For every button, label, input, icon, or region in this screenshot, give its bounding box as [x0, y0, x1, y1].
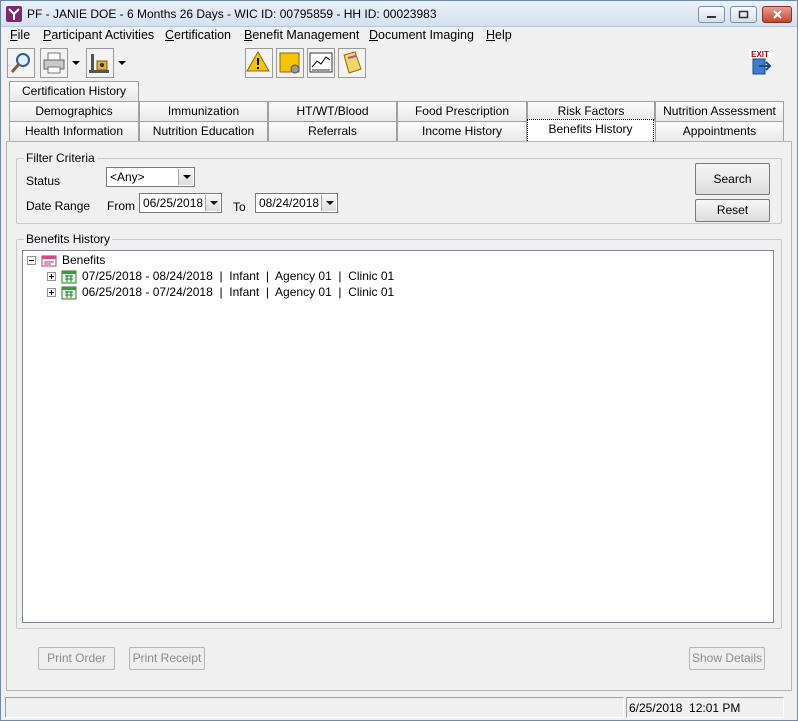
menu-file-label: ile: [17, 28, 31, 42]
alert-icon: [246, 51, 270, 72]
benefit-period-label: 06/25/2018 - 07/24/2018 | Infant | Agenc…: [82, 285, 395, 299]
menu-benefit-management[interactable]: Benefit Management: [244, 28, 359, 42]
from-date-value: 06/25/2018: [143, 196, 204, 210]
filter-criteria-legend: Filter Criteria: [24, 151, 97, 165]
filter-criteria-group: Filter Criteria Status <Any> Date Range …: [16, 151, 782, 224]
tab-health-information[interactable]: Health Information: [9, 121, 139, 141]
menu-file-mnemonic: F: [10, 28, 18, 42]
close-icon: [772, 10, 782, 19]
tab-appointments[interactable]: Appointments: [655, 121, 784, 141]
document-button[interactable]: [338, 48, 366, 78]
benefits-history-panel: Filter Criteria Status <Any> Date Range …: [6, 141, 792, 691]
tab-ht-wt-blood[interactable]: HT/WT/Blood: [268, 101, 397, 121]
print-order-button[interactable]: Print Order: [38, 647, 115, 670]
status-message-cell: [5, 697, 624, 718]
benefits-folder-icon: [41, 255, 57, 267]
app-icon: [6, 6, 22, 22]
title-bar: PF - JANIE DOE - 6 Months 26 Days - WIC …: [1, 1, 797, 27]
to-label: To: [233, 200, 246, 214]
benefit-period-label: 07/25/2018 - 08/24/2018 | Infant | Agenc…: [82, 269, 395, 283]
print-dropdown[interactable]: [70, 48, 81, 78]
collapse-icon[interactable]: [27, 256, 36, 265]
status-bar: 6/25/2018 12:01 PM: [1, 694, 797, 720]
exit-icon: EXIT: [749, 49, 772, 75]
window-title: PF - JANIE DOE - 6 Months 26 Days - WIC …: [27, 7, 437, 21]
calendar-dropdown-icon[interactable]: [205, 195, 220, 211]
toolbar: EXIT: [1, 45, 797, 81]
to-date-picker[interactable]: 08/24/2018: [255, 193, 338, 213]
exit-button[interactable]: EXIT: [746, 48, 774, 78]
menu-benefit-management-label: enefit Management: [252, 28, 360, 42]
search-participant-button[interactable]: [7, 48, 35, 78]
status-datetime: 6/25/2018 12:01 PM: [626, 697, 784, 718]
expand-icon[interactable]: [47, 288, 56, 297]
menu-help-label: elp: [495, 28, 512, 42]
reset-button[interactable]: Reset: [695, 199, 770, 222]
menu-bar: File Participant Activities Certificatio…: [1, 27, 797, 45]
date-range-label: Date Range: [26, 199, 91, 213]
maximize-icon: [738, 10, 749, 19]
benefits-tree[interactable]: Benefits 07/25/2018 - 08/24/2018 | Infan…: [22, 250, 774, 623]
minimize-button[interactable]: [698, 6, 725, 23]
tab-nutrition-education[interactable]: Nutrition Education: [139, 121, 268, 141]
application-window: PF - JANIE DOE - 6 Months 26 Days - WIC …: [0, 0, 798, 721]
tab-referrals[interactable]: Referrals: [268, 121, 397, 141]
printer-icon: [43, 52, 65, 74]
calendar-dropdown-icon[interactable]: [321, 195, 336, 211]
menu-file[interactable]: File: [10, 28, 30, 42]
menu-certification[interactable]: Certification: [165, 28, 231, 42]
show-details-button[interactable]: Show Details: [689, 647, 765, 670]
menu-document-imaging-label: ocument Imaging: [378, 28, 474, 42]
alert-button[interactable]: [245, 48, 273, 78]
note-button[interactable]: [276, 48, 304, 78]
menu-participant-activities-label: articipant Activities: [51, 28, 155, 42]
chevron-down-icon[interactable]: [178, 169, 193, 185]
maximize-button[interactable]: [730, 6, 757, 23]
note-icon: [279, 52, 300, 74]
menu-help-mnemonic: H: [486, 28, 496, 42]
to-date-value: 08/24/2018: [259, 196, 320, 210]
growth-chart-button[interactable]: [307, 48, 335, 78]
status-label: Status: [26, 174, 61, 188]
tab-food-prescription[interactable]: Food Prescription: [397, 101, 527, 121]
tab-nutrition-assessment[interactable]: Nutrition Assessment: [655, 101, 784, 121]
from-label: From: [107, 199, 135, 213]
status-select-value: <Any>: [110, 170, 145, 184]
tab-income-history[interactable]: Income History: [397, 121, 527, 141]
exit-label: EXIT: [751, 50, 769, 59]
close-button[interactable]: [762, 6, 792, 23]
tab-certification-history[interactable]: Certification History: [9, 81, 139, 101]
from-date-picker[interactable]: 06/25/2018: [139, 193, 222, 213]
document-icon: [343, 51, 362, 74]
menu-certification-mnemonic: C: [165, 28, 175, 42]
scale-dropdown[interactable]: [116, 48, 127, 78]
menu-certification-label: ertification: [174, 28, 232, 42]
growth-chart-icon: [309, 52, 333, 73]
tab-demographics[interactable]: Demographics: [9, 101, 139, 121]
expand-icon[interactable]: [47, 272, 56, 281]
scale-button[interactable]: [86, 48, 114, 78]
benefit-calendar-icon: [61, 286, 77, 300]
benefits-history-legend: Benefits History: [24, 232, 113, 246]
minimize-icon: [707, 16, 716, 18]
menu-participant-activities[interactable]: Participant Activities: [43, 28, 154, 42]
search-icon: [10, 53, 30, 73]
menu-help[interactable]: Help: [486, 28, 512, 42]
benefits-history-group: Benefits History Benefits 07/25/2018 - 0…: [16, 232, 782, 629]
print-receipt-button[interactable]: Print Receipt: [129, 647, 205, 670]
menu-document-imaging[interactable]: Document Imaging: [369, 28, 474, 42]
menu-document-imaging-mnemonic: D: [369, 28, 379, 42]
tab-benefits-history[interactable]: Benefits History: [527, 119, 654, 141]
benefit-calendar-icon: [61, 270, 77, 284]
status-select[interactable]: <Any>: [106, 167, 195, 187]
scale-icon: [89, 54, 109, 73]
search-button[interactable]: Search: [695, 163, 770, 195]
tab-immunization[interactable]: Immunization: [139, 101, 268, 121]
tab-risk-factors[interactable]: Risk Factors: [527, 101, 655, 121]
print-button[interactable]: [40, 48, 68, 78]
tree-root-label: Benefits: [62, 253, 106, 267]
